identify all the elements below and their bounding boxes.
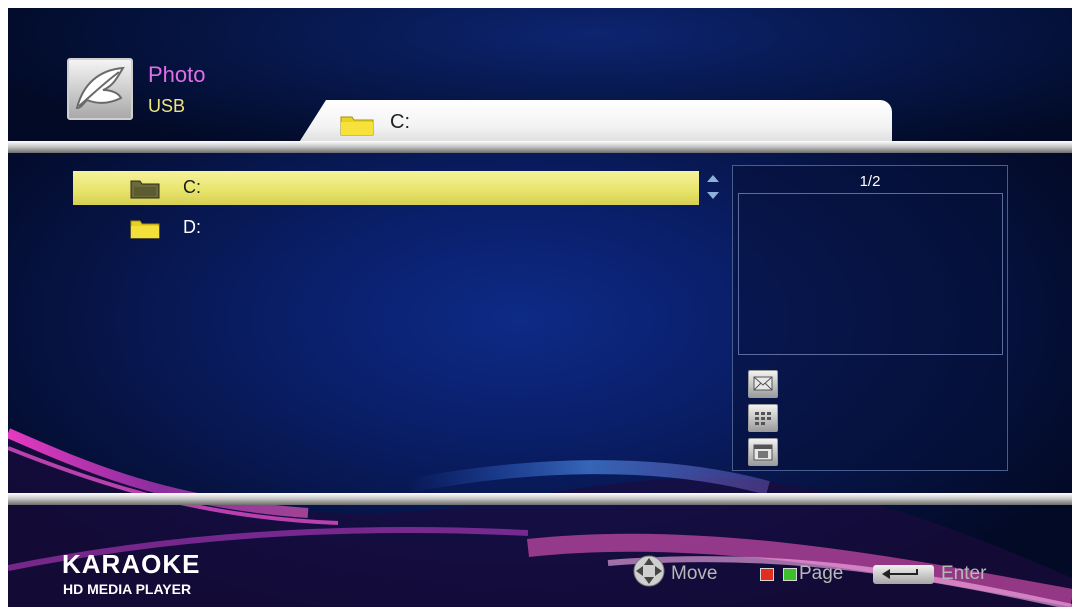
scroll-down-icon[interactable] — [707, 192, 719, 199]
red-key-icon — [760, 568, 774, 581]
green-key-icon — [783, 568, 797, 581]
photo-leaf-icon — [67, 58, 133, 120]
current-path: C: — [390, 111, 410, 133]
brand-subtitle: HD MEDIA PLAYER — [63, 581, 192, 597]
folder-open-icon — [130, 180, 160, 199]
scroll-up-icon[interactable] — [707, 175, 719, 182]
folder-icon — [130, 220, 160, 239]
app-title: Photo — [148, 62, 206, 87]
list-item-d-drive[interactable]: D: — [73, 211, 699, 245]
page-indicator: 1/2 — [859, 173, 881, 190]
brand-logo: KARAOKE — [62, 549, 201, 579]
list-item-label: C: — [183, 177, 201, 197]
slideshow-icon[interactable] — [748, 370, 778, 398]
path-tab: C: — [298, 100, 892, 144]
list-item-c-drive[interactable]: C: — [73, 171, 699, 205]
bottom-divider — [8, 493, 1072, 505]
source-label: USB — [148, 96, 186, 116]
calendar-icon[interactable] — [748, 438, 778, 466]
media-player-screen: Photo USB C: C: D: 1/2 KARAOKE HD MEDIA … — [8, 8, 1072, 607]
preview-panel: 1/2 — [732, 165, 1008, 471]
preview-box — [738, 193, 1003, 355]
top-divider — [8, 141, 1072, 153]
enter-key-icon — [873, 565, 934, 584]
list-item-label: D: — [183, 217, 201, 237]
folder-icon — [340, 116, 374, 136]
page-hint: Page — [799, 563, 844, 584]
thumbnail-grid-icon[interactable] — [748, 404, 778, 432]
move-hint: Move — [671, 563, 718, 584]
dpad-icon — [633, 555, 665, 587]
enter-hint: Enter — [941, 563, 987, 584]
